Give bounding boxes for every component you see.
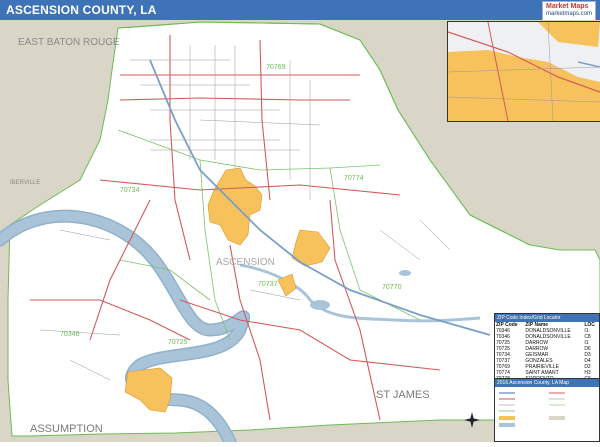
logo-line-1: Market Maps [546, 3, 589, 10]
label-ascension: ASCENSION [216, 257, 275, 268]
lake [310, 300, 330, 310]
legend-title: 2016 Ascension County, LA Map [495, 379, 599, 387]
inset-map[interactable] [447, 21, 600, 122]
zip-label: 70346 [60, 331, 80, 338]
map-legend: 2016 Ascension County, LA Map [494, 378, 600, 442]
zip-index-table: ZIP Code Index/Grid Locator ZIP Code ZIP… [494, 313, 600, 383]
zip-label: 70770 [382, 284, 402, 291]
lake [399, 270, 411, 276]
zip-label: 70734 [120, 187, 140, 194]
zip-label: 70725 [168, 339, 188, 346]
legend-symbols [499, 392, 565, 427]
logo-line-2: marketmaps.com [546, 11, 593, 17]
publisher-logo: Market Maps marketmaps.com [542, 1, 596, 21]
zip-label: 70737 [258, 281, 278, 288]
map-title: ASCENSION COUNTY, LA [6, 3, 157, 17]
zip-label: 70769 [266, 64, 286, 71]
title-bar: ASCENSION COUNTY, LA Market Maps marketm… [0, 0, 600, 21]
label-iberville: IBERVILLE [10, 180, 40, 186]
label-assumption: ASSUMPTION [30, 423, 103, 435]
label-east-baton-rouge: EAST BATON ROUGE [18, 37, 120, 48]
inset-canvas [448, 22, 600, 121]
label-st-james: ST JAMES [376, 389, 430, 401]
zip-label: 70774 [344, 175, 364, 182]
zip-table-title: ZIP Code Index/Grid Locator [495, 314, 599, 322]
